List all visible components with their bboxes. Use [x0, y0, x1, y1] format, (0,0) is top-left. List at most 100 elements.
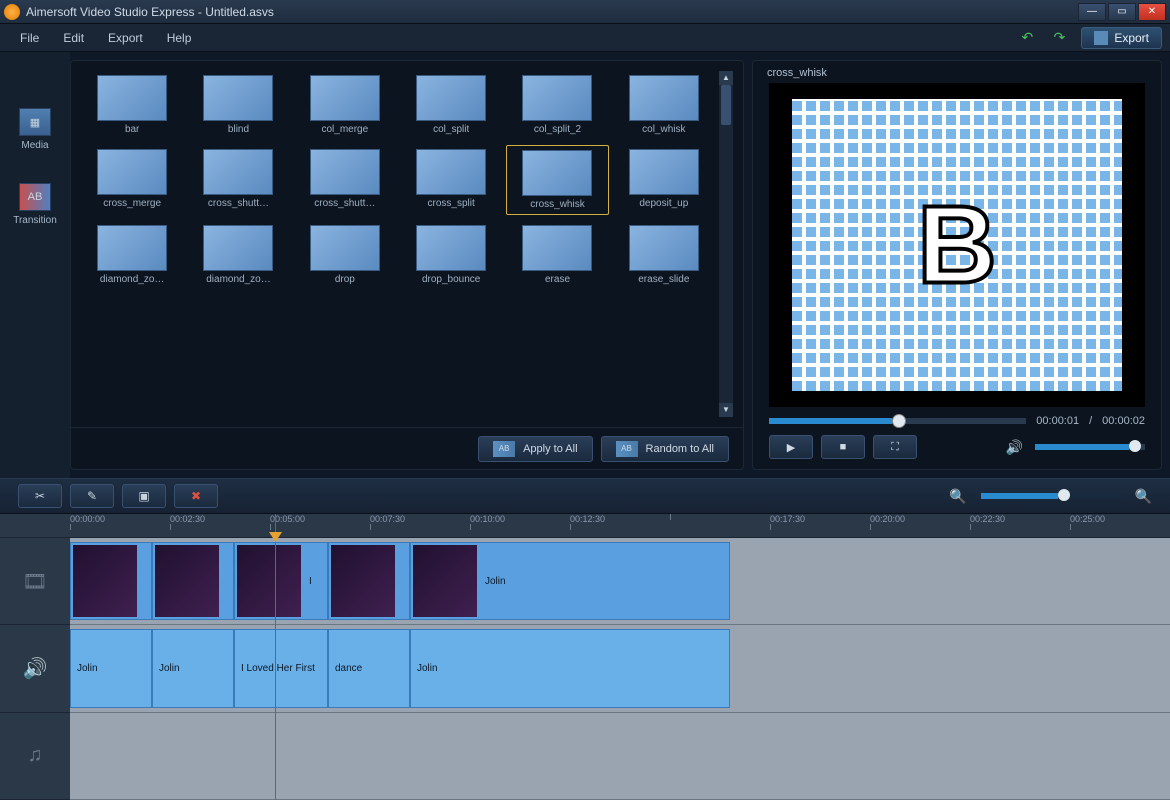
transition-item[interactable]: cross_shutt… [187, 145, 289, 215]
ruler-tick: 00:10:00 [470, 514, 505, 524]
fullscreen-button[interactable]: ⛶ [873, 435, 917, 459]
audio-clip[interactable]: Jolin [70, 629, 152, 707]
transitions-scrollbar[interactable]: ▲ ▼ [719, 71, 733, 417]
random-all-icon: AB [616, 441, 638, 457]
transition-item[interactable]: diamond_zo… [187, 221, 289, 289]
scroll-up-icon[interactable]: ▲ [719, 71, 733, 85]
side-nav-transition[interactable]: AB Transition [7, 177, 63, 232]
zoom-out-icon[interactable]: 🔍 [949, 488, 966, 505]
volume-handle[interactable] [1129, 440, 1141, 452]
audio-clip[interactable]: dance [328, 629, 410, 707]
volume-slider[interactable] [1035, 444, 1145, 450]
preview-panel: cross_whisk B 00:00:01 / 00:00:02 ▶ ■ ⛶ … [752, 60, 1162, 470]
export-label: Export [1114, 31, 1149, 45]
menu-export[interactable]: Export [96, 27, 155, 49]
transition-item[interactable]: drop_bounce [400, 221, 502, 289]
ruler-tick: 00:22:30 [970, 514, 1005, 524]
transition-item[interactable]: bar [81, 71, 183, 139]
progress-handle[interactable] [892, 414, 906, 428]
audio-clip[interactable]: Jolin [152, 629, 234, 707]
menu-edit[interactable]: Edit [51, 27, 96, 49]
music-track-header[interactable]: ♫ [0, 713, 70, 800]
transition-label: bar [125, 124, 139, 135]
export-button[interactable]: Export [1081, 27, 1162, 49]
zoom-handle[interactable] [1058, 489, 1070, 501]
transition-item[interactable]: cross_merge [81, 145, 183, 215]
preview-image: B [792, 99, 1123, 391]
transition-thumbnail [522, 150, 592, 196]
transition-thumbnail [416, 75, 486, 121]
transition-item[interactable]: col_split [400, 71, 502, 139]
clip-label: Jolin [413, 663, 438, 674]
transition-label: erase_slide [638, 274, 689, 285]
zoom-slider[interactable] [981, 493, 1121, 499]
crop-button[interactable]: ▣ [122, 484, 166, 508]
video-track[interactable]: I Jolin [70, 538, 1170, 625]
transition-item[interactable]: diamond_zo… [81, 221, 183, 289]
transition-item[interactable]: col_whisk [613, 71, 715, 139]
ruler-tick: 00:00:00 [70, 514, 105, 524]
video-track-header[interactable]: 🎞 [0, 538, 70, 625]
video-clip[interactable] [152, 542, 234, 620]
clip-label: dance [331, 663, 362, 674]
transition-item[interactable]: cross_split [400, 145, 502, 215]
apply-to-all-button[interactable]: AB Apply to All [478, 436, 592, 462]
time-ruler[interactable]: 00:00:0000:02:3000:05:0000:07:3000:10:00… [70, 514, 1170, 538]
transition-item[interactable]: col_split_2 [506, 71, 608, 139]
video-clip[interactable]: I [234, 542, 328, 620]
audio-track-header[interactable]: 🔊 [0, 625, 70, 712]
ruler-tick: 00:12:30 [570, 514, 605, 524]
cut-button[interactable]: ✂ [18, 484, 62, 508]
side-nav: ▦ Media AB Transition [0, 52, 70, 478]
minimize-button[interactable]: — [1078, 3, 1106, 21]
transition-item[interactable]: cross_whisk [506, 145, 608, 215]
audio-track[interactable]: JolinJolinI Loved Her FirstdanceJolin [70, 625, 1170, 712]
transitions-grid[interactable]: bar blindcol_mergecol_split col_split_2 col… [81, 71, 715, 417]
redo-icon[interactable]: ↷ [1049, 28, 1069, 48]
transition-label: drop [335, 274, 355, 285]
undo-icon[interactable]: ↶ [1017, 28, 1037, 48]
transition-thumbnail [203, 225, 273, 271]
clip-thumbnail [237, 545, 301, 617]
window-title: Aimersoft Video Studio Express - Untitle… [26, 5, 1078, 19]
audio-clip[interactable]: I Loved Her First [234, 629, 328, 707]
preview-progress[interactable] [769, 418, 1026, 424]
playhead[interactable] [275, 514, 276, 800]
music-track[interactable] [70, 713, 1170, 800]
transition-item[interactable]: erase_slide [613, 221, 715, 289]
transition-item[interactable]: erase [506, 221, 608, 289]
ruler-tick: 00:07:30 [370, 514, 405, 524]
video-clip[interactable]: Jolin [410, 542, 730, 620]
transition-item[interactable]: col_merge [294, 71, 396, 139]
titlebar: Aimersoft Video Studio Express - Untitle… [0, 0, 1170, 24]
volume-icon[interactable]: 🔊 [1006, 439, 1023, 456]
scroll-thumb[interactable] [721, 85, 731, 125]
clip-label: Jolin [155, 663, 180, 674]
side-nav-media[interactable]: ▦ Media [13, 102, 57, 157]
transition-item[interactable]: drop [294, 221, 396, 289]
transition-thumbnail [522, 75, 592, 121]
transition-item[interactable]: blind [187, 71, 289, 139]
random-to-all-button[interactable]: AB Random to All [601, 436, 729, 462]
transition-item[interactable]: cross_shutt… [294, 145, 396, 215]
delete-button[interactable]: ✖ [174, 484, 218, 508]
scroll-down-icon[interactable]: ▼ [719, 403, 733, 417]
menu-help[interactable]: Help [155, 27, 204, 49]
transition-label: col_split_2 [534, 124, 581, 135]
zoom-in-icon[interactable]: 🔍 [1135, 488, 1152, 505]
edit-button[interactable]: ✎ [70, 484, 114, 508]
transition-label: deposit_up [639, 198, 688, 209]
menu-file[interactable]: File [8, 27, 51, 49]
video-clip[interactable] [70, 542, 152, 620]
video-clip[interactable] [328, 542, 410, 620]
transition-label: drop_bounce [422, 274, 480, 285]
close-button[interactable]: ✕ [1138, 3, 1166, 21]
ruler-tick: 00:17:30 [770, 514, 805, 524]
clip-thumbnail [155, 545, 219, 617]
maximize-button[interactable]: ▭ [1108, 3, 1136, 21]
transition-item[interactable]: deposit_up [613, 145, 715, 215]
transition-icon: AB [19, 183, 51, 211]
play-button[interactable]: ▶ [769, 435, 813, 459]
audio-clip[interactable]: Jolin [410, 629, 730, 707]
stop-button[interactable]: ■ [821, 435, 865, 459]
